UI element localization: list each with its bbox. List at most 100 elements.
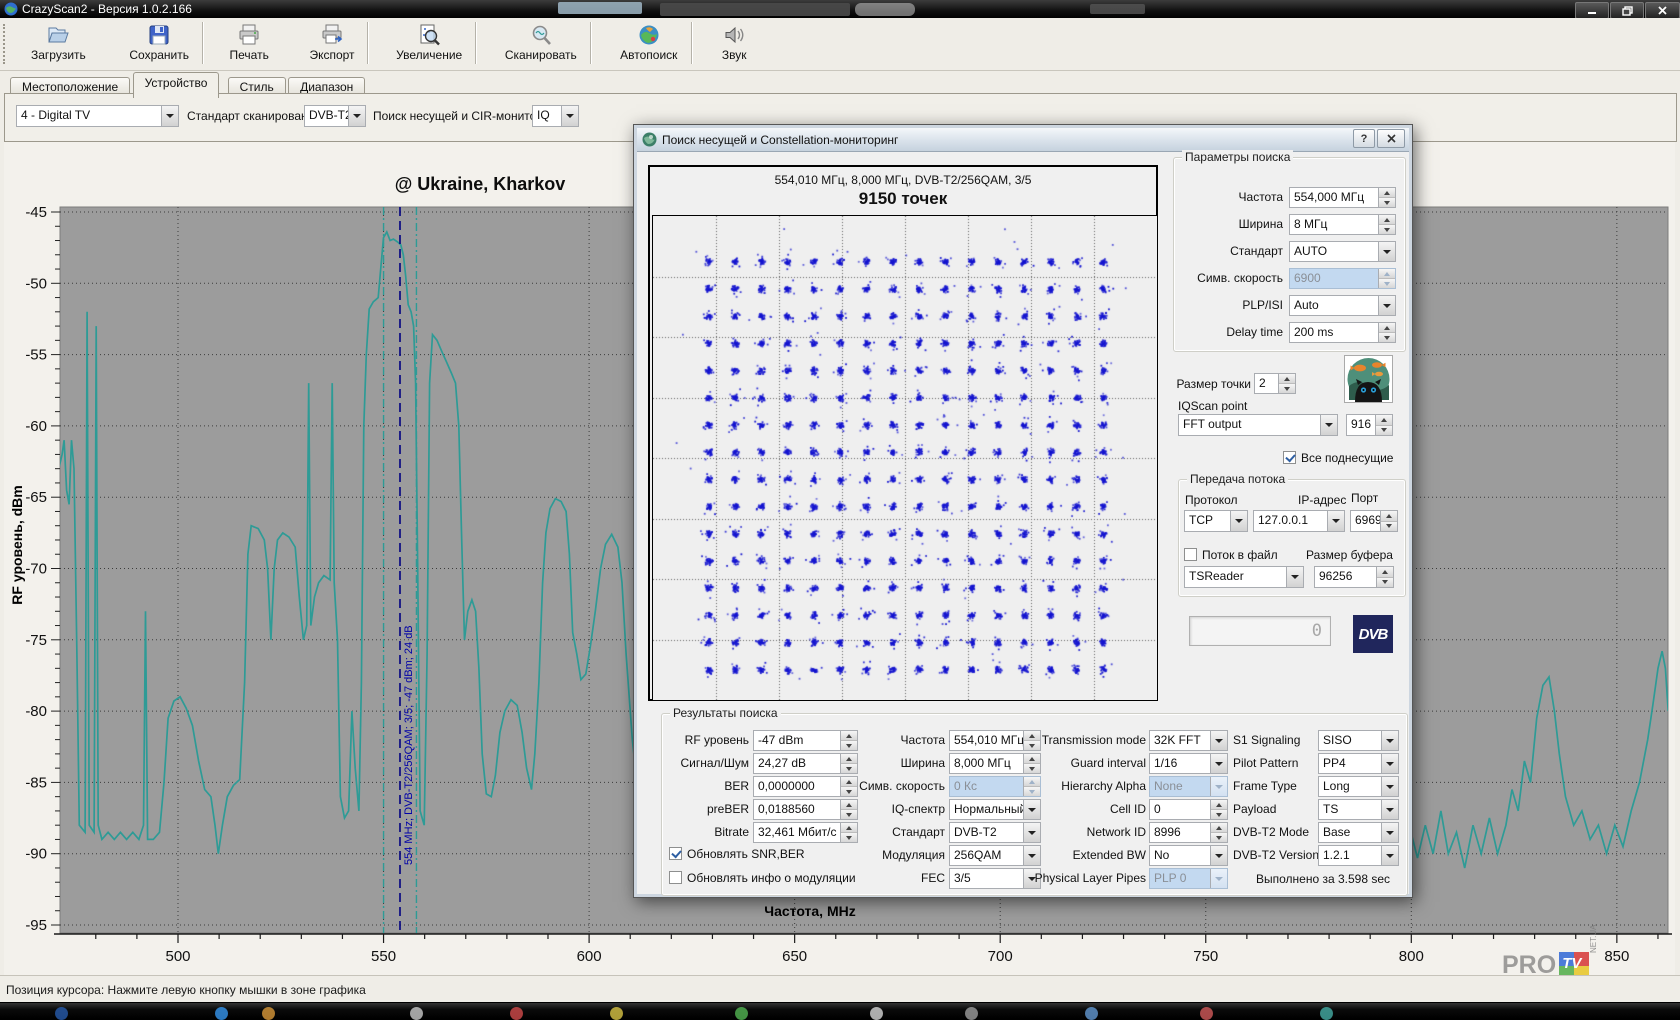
spinner-buttons[interactable] (1023, 731, 1040, 750)
taskbar-icon[interactable] (870, 1007, 883, 1020)
result-frequency-stepper[interactable]: 554,010 МГц (949, 730, 1041, 751)
taskbar-icon[interactable] (1320, 1007, 1333, 1020)
spinner-buttons[interactable] (840, 800, 857, 819)
result-frame-type-select[interactable]: Long (1318, 776, 1399, 797)
chevron-down-icon[interactable] (1378, 242, 1395, 261)
port-stepper[interactable]: 6969 (1350, 510, 1398, 532)
taskbar[interactable] (0, 1002, 1680, 1019)
param-delay-time-stepper[interactable]: 200 ms (1289, 322, 1396, 343)
taskbar-icon[interactable] (610, 1007, 623, 1020)
result-snr-stepper[interactable]: 24,27 dB (753, 753, 858, 774)
chevron-down-icon[interactable] (1381, 823, 1398, 842)
chevron-down-icon[interactable] (1210, 754, 1227, 773)
result-fec-select[interactable]: 3/5 (949, 868, 1041, 889)
param-standard-select[interactable]: AUTO (1289, 241, 1396, 262)
result-cell-id-stepper[interactable]: 0 (1149, 799, 1228, 820)
status-text: Позиция курсора: Нажмите левую кнопку мы… (6, 983, 366, 997)
chevron-down-icon[interactable] (1210, 846, 1227, 865)
chevron-down-icon[interactable] (1023, 823, 1040, 842)
result-extended-bw-select[interactable]: No (1149, 845, 1228, 866)
stream-to-file-label: Поток в файл (1202, 548, 1278, 562)
checkbox-update-mod-info[interactable] (669, 871, 682, 884)
taskbar-icon[interactable] (1085, 1007, 1098, 1020)
chevron-down-icon[interactable] (1230, 511, 1247, 531)
result-guard-interval-select[interactable]: 1/16 (1149, 753, 1228, 774)
chevron-down-icon[interactable] (1381, 777, 1398, 796)
chevron-down-icon[interactable] (1286, 567, 1303, 587)
param-label-standard: Стандарт (1230, 244, 1283, 258)
taskbar-icon[interactable] (1200, 1007, 1213, 1020)
spinner-buttons[interactable] (1278, 374, 1295, 393)
result-network-id-stepper[interactable]: 8996 (1149, 822, 1228, 843)
spinner-buttons[interactable] (840, 777, 857, 796)
result-preber-stepper[interactable]: 0,0188560 (753, 799, 858, 820)
all-subcarriers-checkbox[interactable] (1283, 451, 1296, 464)
result-payload-select[interactable]: TS (1318, 799, 1399, 820)
dialog-titlebar[interactable]: Поиск несущей и Constellation-мониторинг (637, 128, 1409, 152)
stream-to-file-checkbox[interactable] (1184, 548, 1197, 561)
result-bandwidth-stepper[interactable]: 8,000 МГц (949, 753, 1041, 774)
param-plp-isi-select[interactable]: Auto (1289, 295, 1396, 316)
spinner-buttons[interactable] (840, 823, 857, 842)
chevron-down-icon[interactable] (1023, 800, 1040, 819)
chevron-down-icon[interactable] (1320, 415, 1337, 435)
chevron-down-icon[interactable] (1381, 800, 1398, 819)
checkbox-label-update-mod-info: Обновлять инфо о модуляции (687, 871, 856, 885)
result-modulation-select[interactable]: 256QAM (949, 845, 1041, 866)
result-iq-spectrum-select[interactable]: Нормальный (949, 799, 1041, 820)
taskbar-icon[interactable] (55, 1007, 68, 1020)
taskbar-icon[interactable] (965, 1007, 978, 1020)
param-frequency-stepper[interactable]: 554,000 МГц (1289, 187, 1396, 208)
taskbar-icon[interactable] (735, 1007, 748, 1020)
buffer-size-stepper[interactable]: 96256 (1314, 566, 1394, 588)
result-dvbt2-version-select[interactable]: 1.2.1 (1318, 845, 1399, 866)
spinner-buttons[interactable] (1375, 415, 1392, 435)
iqscan-point-stepper[interactable]: 916 (1346, 414, 1393, 436)
chevron-down-icon[interactable] (1381, 846, 1398, 865)
spinner-buttons[interactable] (1378, 188, 1395, 207)
checkbox-update-snr-ber[interactable] (669, 847, 682, 860)
chevron-down-icon[interactable] (1023, 846, 1040, 865)
dialog-close-button[interactable] (1377, 129, 1405, 148)
chevron-down-icon[interactable] (1381, 731, 1398, 750)
field-value: 32K FFT (1150, 731, 1210, 750)
taskbar-icon[interactable] (510, 1007, 523, 1020)
result-label-dvbt2-version: DVB-T2 Version (1233, 848, 1319, 862)
spinner-buttons[interactable] (1210, 800, 1227, 819)
reader-select[interactable]: TSReader (1184, 566, 1304, 588)
iqscan-source-select[interactable]: FFT output (1178, 414, 1338, 436)
spinner-buttons[interactable] (1378, 323, 1395, 342)
result-standard-select[interactable]: DVB-T2 (949, 822, 1041, 843)
spinner-buttons[interactable] (840, 754, 857, 773)
result-pilot-pattern-select[interactable]: PP4 (1318, 753, 1399, 774)
chevron-down-icon[interactable] (1381, 754, 1398, 773)
result-transmission-mode-select[interactable]: 32K FFT (1149, 730, 1228, 751)
dialog-help-button[interactable]: ? (1353, 129, 1375, 148)
taskbar-icon[interactable] (215, 1007, 228, 1020)
spinner-buttons[interactable] (1210, 823, 1227, 842)
spinner-buttons[interactable] (840, 731, 857, 750)
protocol-select[interactable]: TCP (1184, 510, 1248, 532)
spinner-buttons[interactable] (1376, 567, 1393, 587)
chevron-down-icon[interactable] (1378, 296, 1395, 315)
point-size-stepper[interactable]: 2 (1254, 373, 1296, 394)
result-s1-signaling-select[interactable]: SISO (1318, 730, 1399, 751)
ip-address-select[interactable]: 127.0.0.1 (1253, 510, 1345, 532)
result-bitrate-stepper[interactable]: 32,461 Мбит/с (753, 822, 858, 843)
x-tick-label: 800 (1399, 948, 1424, 965)
spinner-buttons[interactable] (1380, 511, 1397, 531)
result-label-extended-bw: Extended BW (1073, 848, 1146, 862)
chevron-down-icon[interactable] (1210, 731, 1227, 750)
result-rf-level-stepper[interactable]: -47 dBm (753, 730, 858, 751)
spinner-buttons[interactable] (1378, 215, 1395, 234)
cat-aquarium-icon[interactable] (1344, 355, 1393, 403)
taskbar-icon[interactable] (262, 1007, 275, 1020)
spinner-buttons[interactable] (1023, 754, 1040, 773)
chevron-down-icon[interactable] (1327, 511, 1344, 531)
result-label-ber: BER (724, 779, 749, 793)
param-bandwidth-stepper[interactable]: 8 МГц (1289, 214, 1396, 235)
result-ber-stepper[interactable]: 0,0000000 (753, 776, 858, 797)
result-physical-layer-pipes-select: PLP 0 (1149, 868, 1228, 889)
taskbar-icon[interactable] (410, 1007, 423, 1020)
result-dvbt2-mode-select[interactable]: Base (1318, 822, 1399, 843)
